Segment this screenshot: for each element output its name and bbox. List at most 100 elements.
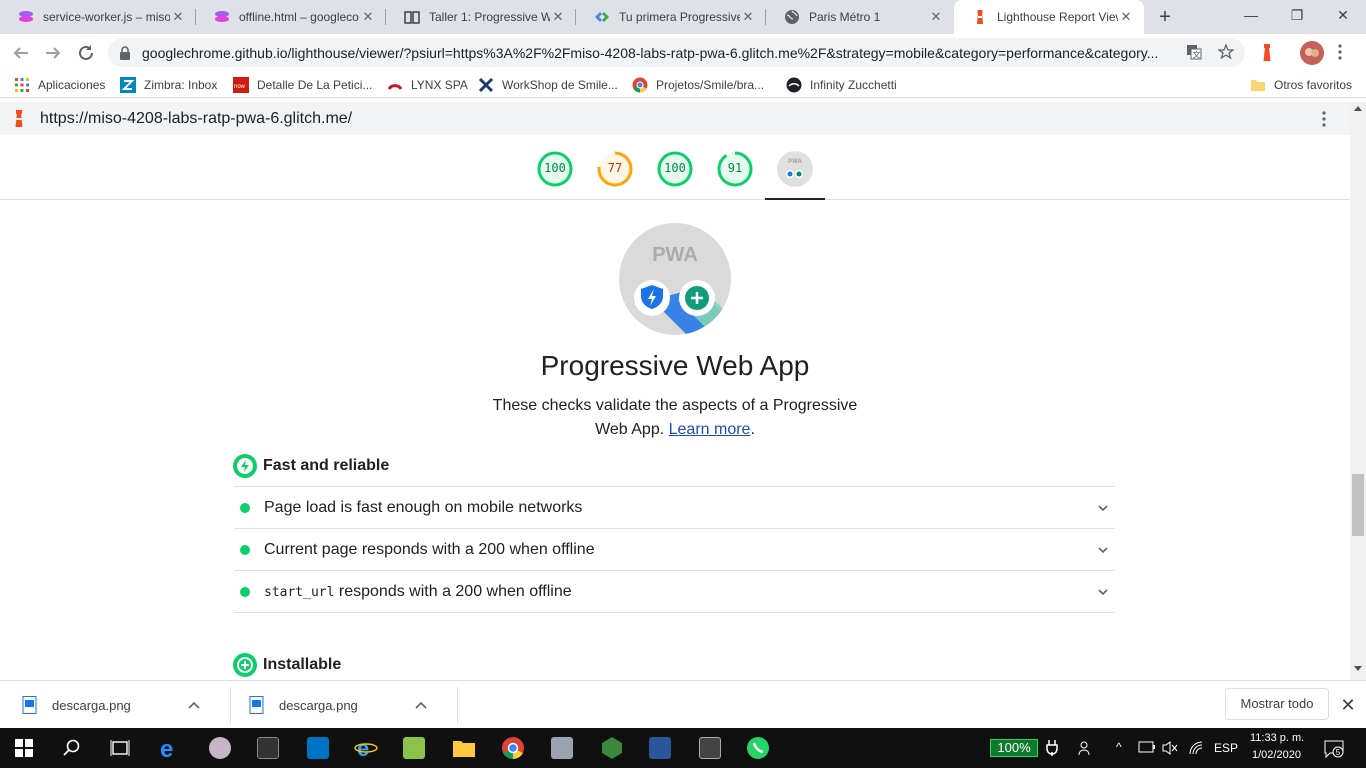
clock-date[interactable]: 1/02/2020 (1252, 749, 1301, 761)
file-explorer-icon[interactable] (448, 732, 480, 764)
chrome-menu-icon[interactable] (1338, 44, 1342, 60)
scrollbar-thumb[interactable] (1352, 474, 1364, 536)
volume-muted-icon[interactable] (1162, 740, 1178, 756)
audit-load-fast-mobile[interactable]: Page load is fast enough on mobile netwo… (234, 486, 1115, 528)
whatsapp-icon[interactable] (742, 732, 774, 764)
now-icon: now (233, 77, 249, 93)
audit-offline-200[interactable]: Current page responds with a 200 when of… (234, 528, 1115, 570)
show-all-downloads-button[interactable]: Mostrar todo (1225, 688, 1329, 720)
tab-service-worker[interactable]: service-worker.js – miso ✕ (0, 0, 196, 34)
bookmark-lynx[interactable]: LYNX SPA (387, 75, 468, 95)
url-text[interactable]: googlechrome.github.io/lighthouse/viewer… (142, 45, 1172, 61)
scroll-up-arrow-icon[interactable] (1354, 105, 1362, 111)
forward-button[interactable] (40, 40, 66, 66)
gauge-performance[interactable]: 100 (537, 151, 573, 187)
gauge-value: 100 (664, 161, 686, 175)
download-item[interactable]: descarga.png (0, 681, 206, 729)
learn-more-link[interactable]: Learn more (669, 421, 751, 438)
calculator-icon[interactable] (694, 732, 726, 764)
gauge-accessibility[interactable]: 77 (597, 151, 633, 187)
report-menu-icon[interactable] (1322, 111, 1326, 127)
restore-button[interactable]: ❐ (1274, 0, 1320, 30)
close-tab-icon[interactable]: ✕ (1118, 9, 1134, 25)
outlook-icon[interactable] (302, 732, 334, 764)
language-indicator[interactable]: ESP (1214, 741, 1238, 755)
tab-lighthouse-report[interactable]: Lighthouse Report View ✕ (954, 0, 1144, 34)
lock-icon[interactable] (119, 46, 131, 60)
battery-indicator[interactable]: 100% (990, 739, 1038, 757)
battery-icon[interactable] (1138, 741, 1156, 753)
close-tab-icon[interactable]: ✕ (360, 9, 376, 25)
windows-start-icon[interactable] (8, 732, 40, 764)
plus-circle-icon (233, 653, 257, 677)
gauge-value: 77 (607, 161, 623, 175)
chrome-taskbar-icon[interactable] (497, 732, 529, 764)
close-downloads-bar-icon[interactable]: ✕ (1338, 695, 1358, 715)
infinity-icon (786, 77, 802, 93)
show-hidden-icons-chevron[interactable]: ^ (1116, 740, 1122, 754)
bookmark-otros-favoritos[interactable]: Otros favoritos (1250, 75, 1352, 95)
bookmark-zimbra[interactable]: Zimbra: Inbox (120, 75, 217, 95)
bookmark-infinity[interactable]: Infinity Zucchetti (786, 75, 897, 95)
minimize-button[interactable]: — (1228, 0, 1274, 30)
bookmark-label: Aplicaciones (38, 78, 106, 92)
chevron-up-icon[interactable] (188, 698, 206, 712)
page-scrollbar[interactable] (1350, 102, 1366, 680)
notifications-icon[interactable]: 5 (1324, 740, 1344, 758)
app-icon[interactable] (204, 732, 236, 764)
edge-icon[interactable]: e (154, 732, 186, 764)
people-icon[interactable] (1078, 740, 1094, 756)
audit-start-url-offline[interactable]: start_url responds with a 200 when offli… (234, 570, 1115, 613)
tab-offline-html[interactable]: offline.html – googleco ✕ (196, 0, 386, 34)
task-view-icon[interactable] (104, 732, 136, 764)
chevron-down-icon[interactable] (1093, 540, 1113, 560)
gauge-seo[interactable]: 91 (717, 151, 753, 187)
close-tab-icon[interactable]: ✕ (740, 9, 756, 25)
reload-button[interactable] (73, 40, 99, 66)
close-window-button[interactable]: ✕ (1320, 0, 1366, 30)
clock-time[interactable]: 11:33 p. m. (1250, 732, 1304, 744)
svg-text:e: e (160, 736, 173, 760)
address-bar[interactable]: googlechrome.github.io/lighthouse/viewer… (108, 38, 1245, 67)
tab-title: Taller 1: Progressive We (429, 10, 550, 24)
downloads-bar: descarga.png descarga.png Mostrar todo ✕ (0, 680, 1366, 728)
back-button[interactable] (8, 40, 34, 66)
close-tab-icon[interactable]: ✕ (550, 9, 566, 25)
internet-explorer-icon[interactable]: e (350, 732, 382, 764)
tab-taller-1[interactable]: Taller 1: Progressive We ✕ (386, 0, 576, 34)
bookmark-detalle-peticion[interactable]: now Detalle De La Petici... (233, 75, 372, 95)
avatar[interactable] (1300, 41, 1324, 65)
translate-icon[interactable]: 文 (1186, 44, 1202, 60)
scroll-down-arrow-icon[interactable] (1354, 666, 1362, 672)
chevron-down-icon[interactable] (1093, 498, 1113, 518)
download-item[interactable]: descarga.png (227, 681, 433, 729)
bookmark-apps[interactable]: Aplicaciones (14, 75, 105, 95)
close-tab-icon[interactable]: ✕ (170, 9, 186, 25)
search-icon[interactable] (56, 732, 88, 764)
bookmark-label: Detalle De La Petici... (257, 78, 373, 92)
word-icon[interactable] (644, 732, 676, 764)
report-url[interactable]: https://miso-4208-labs-ratp-pwa-6.glitch… (40, 110, 352, 128)
lynx-icon (387, 77, 403, 93)
gauge-pwa[interactable]: PWA (777, 151, 813, 187)
bookmark-star-icon[interactable] (1218, 44, 1234, 60)
power-plug-icon[interactable] (1046, 740, 1058, 756)
tab-tu-primera-pwa[interactable]: Tu primera Progressive ✕ (576, 0, 766, 34)
nodejs-icon[interactable] (596, 732, 628, 764)
gauge-best-practices[interactable]: 100 (657, 151, 693, 187)
tab-paris-metro[interactable]: Paris Métro 1 ✕ (766, 0, 954, 34)
terminal-icon[interactable] (252, 732, 284, 764)
monitor-app-icon[interactable] (546, 732, 578, 764)
apps-icon (14, 77, 30, 93)
lighthouse-extension-icon[interactable] (1259, 44, 1275, 62)
chevron-up-icon[interactable] (415, 698, 433, 712)
new-tab-button[interactable]: + (1154, 6, 1176, 28)
wifi-icon[interactable] (1188, 740, 1204, 756)
bookmark-label: Infinity Zucchetti (810, 78, 897, 92)
category-title: Progressive Web App (540, 350, 810, 381)
bookmark-workshop[interactable]: WorkShop de Smile... (478, 75, 618, 95)
close-tab-icon[interactable]: ✕ (928, 9, 944, 25)
bookmark-projetos[interactable]: Projetos/Smile/bra... (632, 75, 764, 95)
notepad-plus-icon[interactable] (398, 732, 430, 764)
chevron-down-icon[interactable] (1093, 582, 1113, 602)
